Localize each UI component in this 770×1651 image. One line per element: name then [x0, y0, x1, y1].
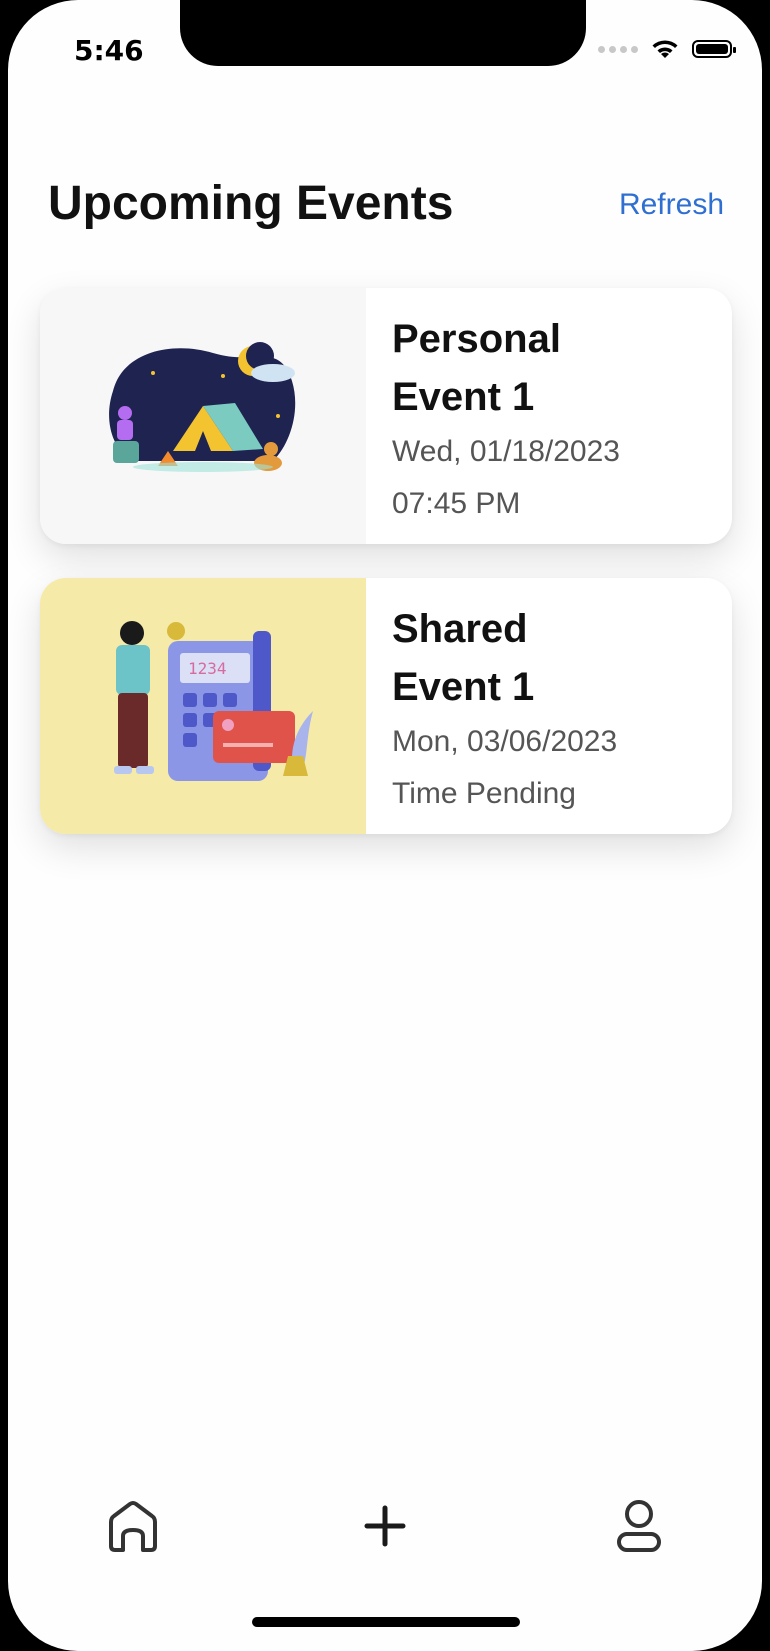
profile-icon	[617, 1500, 661, 1552]
plus-icon	[364, 1505, 406, 1547]
event-date: Mon, 03/06/2023	[392, 725, 618, 758]
event-title: Shared Event 1	[392, 607, 535, 709]
camping-illustration	[40, 288, 366, 544]
page-title: Upcoming Events	[48, 177, 454, 230]
wifi-icon	[652, 40, 678, 58]
refresh-button[interactable]: Refresh	[619, 188, 724, 222]
signal-icon	[598, 45, 638, 53]
event-info: Personal Event 1 Wed, 01/18/2023 07:45 P…	[366, 288, 642, 544]
svg-text:1234: 1234	[188, 659, 227, 678]
event-time: 07:45 PM	[392, 487, 521, 520]
event-card-shared[interactable]: 1234 Shared Event 1 Mon, 03/06/2023 Time…	[40, 578, 732, 834]
tab-bar	[8, 1481, 762, 1571]
phone-screen: 5:46 Upcoming Events Refresh Personal Ev…	[8, 0, 762, 1651]
tab-add[interactable]	[340, 1481, 430, 1571]
event-card-personal[interactable]: Personal Event 1 Wed, 01/18/2023 07:45 P…	[40, 288, 732, 544]
event-info: Shared Event 1 Mon, 03/06/2023 Time Pend…	[366, 578, 642, 834]
tab-home[interactable]	[88, 1481, 178, 1571]
payment-illustration: 1234	[40, 578, 366, 834]
status-icons	[598, 38, 736, 60]
notch	[180, 0, 586, 66]
event-date: Wed, 01/18/2023	[392, 435, 620, 468]
event-title: Personal Event 1	[392, 317, 561, 419]
tab-profile[interactable]	[594, 1481, 684, 1571]
battery-icon	[692, 40, 736, 58]
home-indicator[interactable]	[252, 1617, 520, 1627]
status-time: 5:46	[74, 34, 144, 67]
home-icon	[109, 1501, 157, 1552]
event-time: Time Pending	[392, 777, 576, 810]
